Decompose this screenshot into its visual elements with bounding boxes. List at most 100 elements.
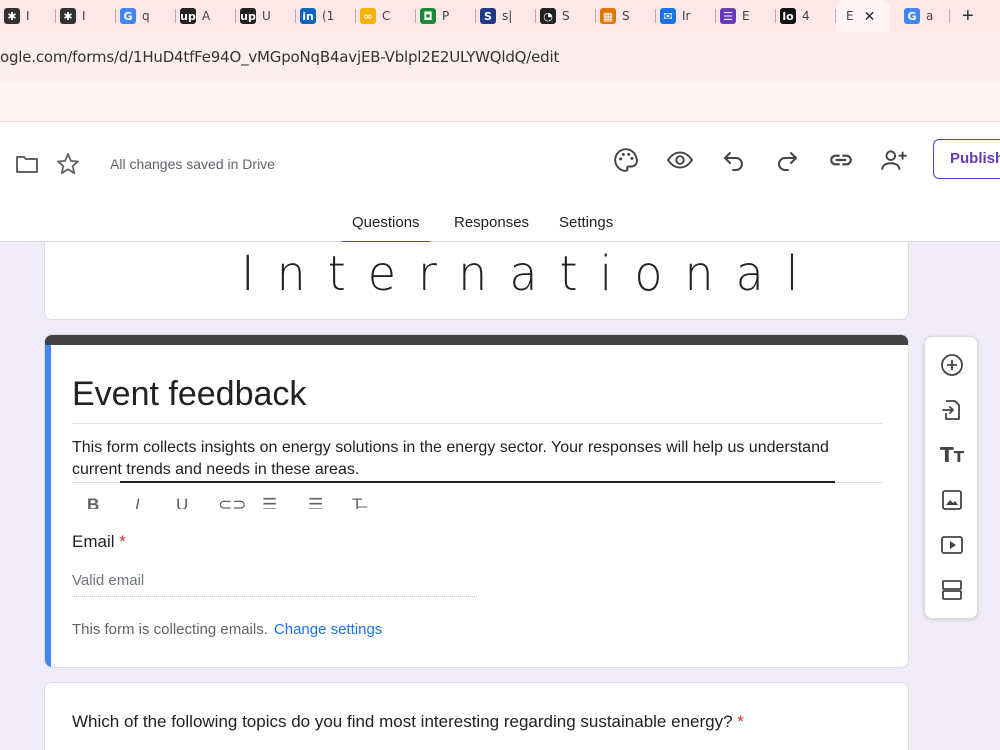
linkedin-icon: in <box>300 8 316 24</box>
browser-tab[interactable]: Ss| <box>476 0 536 32</box>
add-image-icon[interactable] <box>938 486 966 514</box>
save-status: All changes saved in Drive <box>110 156 275 172</box>
browser-tab-label: E <box>846 9 854 23</box>
browser-tab[interactable]: ☰ E <box>716 0 776 32</box>
undo-icon[interactable] <box>720 146 748 174</box>
browser-tab-label: A <box>202 9 211 23</box>
forms-header: All changes saved in Drive Publish Quest… <box>0 122 1000 244</box>
browser-tab[interactable]: ◘ P <box>416 0 476 32</box>
floating-toolbar: TT <box>924 336 978 619</box>
browser-tab-label: (1 <box>322 9 335 23</box>
browser-tab[interactable]: ▦ S <box>596 0 656 32</box>
form-description[interactable]: This form collects insights on energy so… <box>72 437 872 481</box>
collecting-notice: This form is collecting emails. Change se… <box>72 621 383 638</box>
browser-tab-label: s| <box>502 9 513 23</box>
add-title-icon[interactable]: TT <box>938 441 966 469</box>
form-title[interactable]: Event feedback <box>72 375 306 414</box>
robot-icon: ◘ <box>420 8 436 24</box>
tab-settings[interactable]: Settings <box>559 214 613 231</box>
email-field-underline <box>72 596 477 597</box>
clear-formatting-icon[interactable]: T̶ <box>352 495 362 509</box>
browser-tab[interactable]: ✉ Ir <box>656 0 716 32</box>
browser-tab-label: Ir <box>682 9 691 23</box>
browser-tab-label: I <box>82 9 86 23</box>
lo-icon: lo <box>780 8 796 24</box>
folder-icon[interactable] <box>13 150 41 178</box>
browser-tab-label: S <box>562 9 570 23</box>
browser-tab[interactable]: Gq <box>116 0 176 32</box>
question-card[interactable]: Which of the following topics do you fin… <box>44 682 909 750</box>
google-icon: G <box>904 8 920 24</box>
title-divider <box>72 423 882 424</box>
format-toolbar: B I U ⊂⊃ ☰ ☰ T̶ <box>72 493 412 509</box>
browser-tab[interactable]: ∞ C <box>356 0 416 32</box>
required-asterisk: * <box>737 712 744 731</box>
card-focus-bar <box>45 345 51 667</box>
spider-icon: ✱ <box>60 8 76 24</box>
link-icon[interactable] <box>827 146 855 174</box>
numbered-list-icon[interactable]: ☰ <box>262 495 277 509</box>
browser-tab-label: C <box>382 9 391 23</box>
browser-tab-label: q <box>142 9 150 23</box>
browser-tab[interactable]: lo 4 <box>776 0 836 32</box>
description-focus-underline <box>120 481 835 483</box>
browser-tab-label: a <box>926 9 934 23</box>
palette-icon[interactable] <box>612 146 640 174</box>
browser-tab-label: E <box>742 9 750 23</box>
browser-tab[interactable]: Ga <box>890 0 950 32</box>
bookmark-bar <box>0 82 1000 122</box>
email-label: Email * <box>72 532 126 551</box>
add-section-icon[interactable] <box>938 576 966 604</box>
forms-icon: ☰ <box>720 8 736 24</box>
insert-link-icon[interactable]: ⊂⊃ <box>218 495 247 509</box>
upwork-icon: up <box>240 8 256 24</box>
header-image[interactable]: International <box>44 242 909 320</box>
mail-icon: ✉ <box>660 8 676 24</box>
s-icon: S <box>480 8 496 24</box>
email-field[interactable]: Valid email <box>72 572 144 589</box>
browser-tab[interactable]: ✱ I <box>56 0 116 32</box>
gauge-icon: ◔ <box>540 8 556 24</box>
star-icon[interactable] <box>54 150 82 178</box>
browser-tab[interactable]: ✱ I <box>0 0 56 32</box>
form-tabs: Questions Responses Settings <box>0 210 1000 244</box>
new-tab-icon[interactable]: + <box>962 5 974 28</box>
underline-button[interactable]: U <box>176 495 188 509</box>
browser-tab-label: U <box>262 9 271 23</box>
upwork-icon: up <box>180 8 196 24</box>
address-bar[interactable]: ogle.com/forms/d/1HuD4tfFe94O_vMGpoNqB4a… <box>0 32 1000 82</box>
google-icon: G <box>120 8 136 24</box>
grid-icon: ▦ <box>600 8 616 24</box>
bulleted-list-icon[interactable]: ☰ <box>308 495 323 509</box>
browser-tab-label: P <box>442 9 450 23</box>
browser-tab-active[interactable]: E ✕ <box>836 0 890 32</box>
browser-tab-label: I <box>26 9 30 23</box>
browser-tab-label: S <box>622 9 630 23</box>
browser-tab[interactable]: in (1 <box>296 0 356 32</box>
add-video-icon[interactable] <box>938 531 966 559</box>
publish-button[interactable]: Publish <box>933 139 1000 179</box>
question-title[interactable]: Which of the following topics do you fin… <box>72 712 744 732</box>
browser-tab-strip: ✱ I ✱ I Gq up Aup Uin (1 ∞ C ◘ P Ss| ◔ S ▦ S ✉ Ir ☰ Elo 4 E ✕ Ga + <box>0 0 1000 32</box>
required-asterisk: * <box>119 532 126 551</box>
tab-questions[interactable]: Questions <box>340 214 432 244</box>
browser-tab[interactable]: ◔ S <box>536 0 596 32</box>
italic-button[interactable]: I <box>135 495 140 509</box>
add-collaborator-icon[interactable] <box>880 146 908 174</box>
redo-icon[interactable] <box>773 146 801 174</box>
browser-tab[interactable]: up U <box>236 0 296 32</box>
close-tab-icon[interactable]: ✕ <box>864 8 876 25</box>
tab-responses[interactable]: Responses <box>454 214 529 231</box>
header-image-text: International <box>241 244 821 302</box>
browser-tab[interactable]: up A <box>176 0 236 32</box>
import-questions-icon[interactable] <box>938 396 966 424</box>
add-question-icon[interactable] <box>938 351 966 379</box>
form-title-card[interactable]: Event feedback This form collects insigh… <box>44 334 909 668</box>
spider-icon: ✱ <box>4 8 20 24</box>
link-icon: ∞ <box>360 8 376 24</box>
bold-button[interactable]: B <box>87 495 99 509</box>
preview-eye-icon[interactable] <box>666 146 694 174</box>
url-text[interactable]: ogle.com/forms/d/1HuD4tfFe94O_vMGpoNqB4a… <box>0 48 559 66</box>
card-top-bar <box>45 335 908 345</box>
change-settings-link[interactable]: Change settings <box>274 621 382 638</box>
